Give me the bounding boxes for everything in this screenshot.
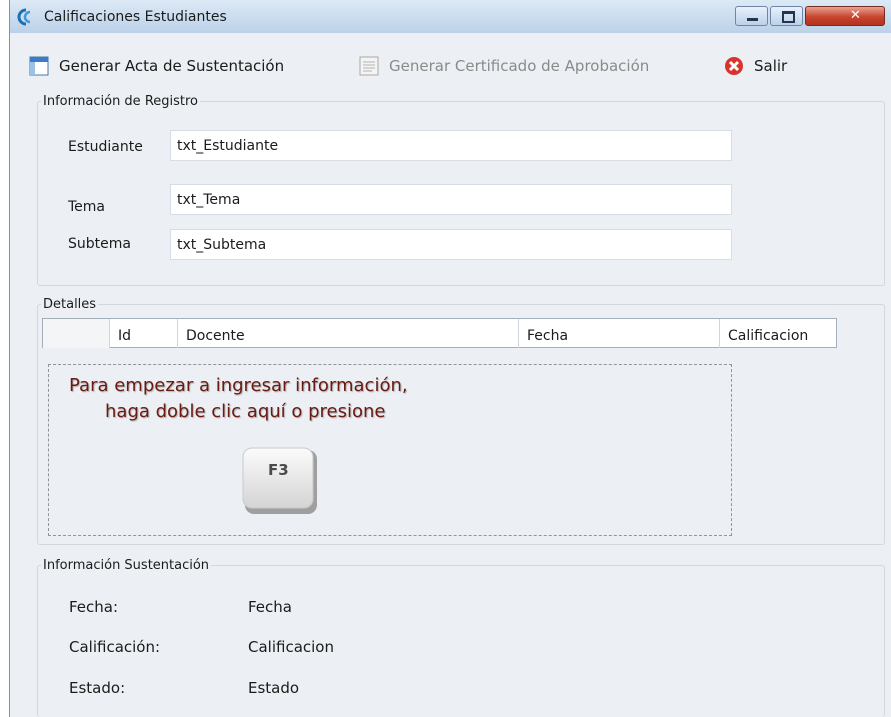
column-header-docente[interactable]: Docente (178, 319, 519, 348)
subtema-label: Subtema (68, 236, 131, 252)
minimize-icon (747, 18, 758, 21)
minimize-button[interactable] (735, 6, 768, 26)
generar-certificado-label: Generar Certificado de Aprobación (389, 57, 650, 75)
maximize-button[interactable] (770, 6, 803, 26)
detalles-group-label: Detalles (41, 297, 99, 312)
app-logo-icon (17, 8, 31, 26)
title-bar[interactable]: Calificaciones Estudiantes ✕ (10, 0, 891, 33)
row-selector-header[interactable] (43, 319, 110, 348)
close-icon: ✕ (850, 8, 861, 23)
form-document-icon (29, 56, 49, 76)
detalles-grid-header: Id Docente Fecha Calificacion (42, 318, 837, 348)
calificacion-value: Calificacion (248, 638, 334, 656)
tema-label: Tema (68, 199, 106, 215)
main-window: Calificaciones Estudiantes ✕ Generar Act… (9, 0, 891, 717)
sustentacion-group (37, 565, 885, 717)
column-header-fecha[interactable]: Fecha (519, 319, 720, 348)
hint-line-2: haga doble clic aquí o presione (105, 401, 386, 422)
generar-acta-button[interactable]: Generar Acta de Sustentación (28, 55, 284, 77)
column-header-id[interactable]: Id (110, 319, 178, 348)
hint-line-1: Para empezar a ingresar información, (69, 375, 408, 396)
window-title: Calificaciones Estudiantes (44, 9, 227, 25)
empty-grid-hint-area[interactable]: Para empezar a ingresar información, hag… (48, 364, 732, 536)
calificacion-label: Calificación: (69, 638, 161, 656)
salir-button[interactable]: Salir (723, 55, 787, 77)
close-button[interactable]: ✕ (805, 6, 885, 26)
generar-acta-label: Generar Acta de Sustentación (59, 57, 285, 75)
fecha-value: Fecha (248, 598, 292, 616)
toolbar: Generar Acta de Sustentación Generar Cer… (10, 33, 891, 85)
f3-key-label: F3 (268, 461, 289, 479)
estudiante-field[interactable]: txt_Estudiante (170, 130, 732, 161)
f3-key-icon: F3 (242, 447, 320, 517)
estudiante-label: Estudiante (68, 139, 143, 155)
salir-label: Salir (754, 57, 788, 75)
exit-icon (725, 57, 743, 75)
column-header-calificacion[interactable]: Calificacion (720, 319, 836, 348)
generar-certificado-button[interactable]: Generar Certificado de Aprobación (358, 55, 649, 77)
tema-field[interactable]: txt_Tema (170, 184, 732, 215)
estado-label: Estado: (69, 679, 126, 697)
estado-value: Estado (248, 679, 300, 697)
certificate-document-icon (359, 56, 379, 76)
subtema-field[interactable]: txt_Subtema (170, 229, 732, 260)
maximize-icon (782, 11, 795, 23)
registro-group-label: Información de Registro (41, 94, 201, 109)
fecha-label: Fecha: (69, 598, 119, 616)
sustentacion-group-label: Información Sustentación (41, 558, 212, 573)
